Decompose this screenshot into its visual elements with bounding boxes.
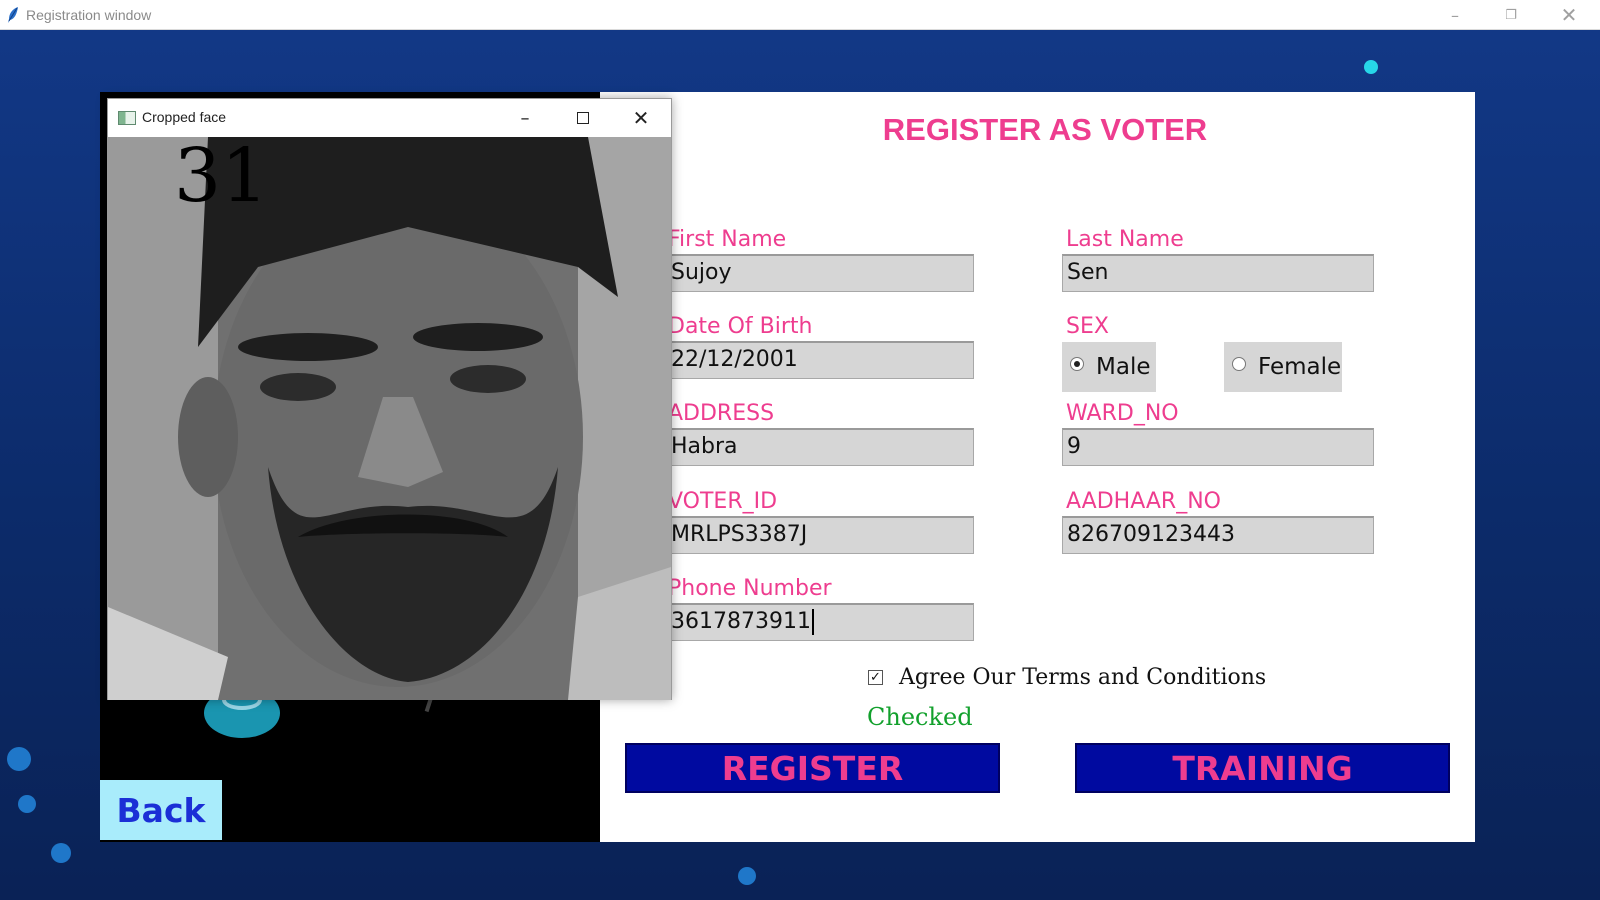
ward-field[interactable]: 9: [1062, 428, 1374, 466]
terms-checkbox-row[interactable]: ✓ Agree Our Terms and Conditions: [868, 665, 1266, 690]
radio-label-male: Male: [1096, 354, 1151, 380]
cropped-face-window[interactable]: Cropped face – ✕ 31: [107, 98, 672, 700]
register-button[interactable]: REGISTER: [625, 743, 1000, 793]
registration-form: REGISTER AS VOTER: [600, 92, 1475, 842]
terms-status: Checked: [867, 703, 973, 731]
decor-dot: [1364, 60, 1378, 74]
voter-id-field[interactable]: MRLPS3387J: [666, 516, 974, 554]
popup-title: Cropped face: [142, 109, 227, 125]
decor-dot: [7, 747, 31, 771]
maximize-icon: [577, 112, 589, 124]
aadhaar-field[interactable]: 826709123443: [1062, 516, 1374, 554]
radio-unselected-icon: [1232, 357, 1246, 371]
minimize-button[interactable]: –: [1432, 0, 1478, 30]
popup-maximize-button[interactable]: [560, 103, 606, 133]
back-button[interactable]: Back: [100, 780, 222, 840]
sex-radio-male[interactable]: Male: [1062, 342, 1156, 392]
training-button[interactable]: TRAINING: [1075, 743, 1450, 793]
window-title: Registration window: [26, 7, 152, 23]
restore-icon: ❐: [1505, 7, 1517, 23]
feather-icon: [8, 7, 18, 23]
popup-close-button[interactable]: ✕: [618, 103, 664, 133]
decor-dot: [738, 867, 756, 885]
close-button[interactable]: ✕: [1546, 0, 1592, 30]
radio-selected-icon: [1070, 357, 1084, 371]
voter-id-label: VOTER_ID: [668, 489, 778, 514]
cropped-face-image: 31: [108, 137, 671, 700]
sex-radio-female[interactable]: Female: [1224, 342, 1342, 392]
dob-label: Date Of Birth: [668, 314, 813, 339]
minimize-icon: –: [1451, 5, 1459, 25]
address-label: ADDRESS: [668, 401, 775, 426]
phone-label: Phone Number: [668, 576, 832, 601]
title-bar: Registration window – ❐ ✕: [0, 0, 1600, 30]
face-count: 31: [174, 137, 269, 219]
last-name-label: Last Name: [1066, 227, 1184, 252]
decor-dot: [51, 843, 71, 863]
face-photo: [108, 137, 671, 700]
ward-label: WARD_NO: [1066, 401, 1179, 426]
radio-label-female: Female: [1258, 354, 1342, 380]
image-window-icon: [118, 111, 136, 125]
close-icon: ✕: [632, 106, 650, 130]
sex-label: SEX: [1066, 314, 1109, 339]
decor-dot: [18, 795, 36, 813]
form-heading: REGISTER AS VOTER: [882, 112, 1208, 147]
minimize-icon: –: [520, 107, 530, 129]
popup-title-bar[interactable]: Cropped face – ✕: [108, 99, 671, 137]
maximize-button[interactable]: ❐: [1488, 0, 1534, 30]
last-name-field[interactable]: Sen: [1062, 254, 1374, 292]
first-name-field[interactable]: Sujoy: [666, 254, 974, 292]
first-name-label: First Name: [668, 227, 787, 252]
phone-value: 3617873911: [671, 609, 811, 634]
close-icon: ✕: [1560, 3, 1578, 27]
dob-field[interactable]: 22/12/2001: [666, 341, 974, 379]
terms-label: Agree Our Terms and Conditions: [899, 665, 1267, 690]
aadhaar-label: AADHAAR_NO: [1066, 489, 1221, 514]
phone-field[interactable]: 3617873911: [666, 603, 974, 641]
address-field[interactable]: Habra: [666, 428, 974, 466]
checkbox-checked-icon[interactable]: ✓: [868, 670, 883, 685]
popup-minimize-button[interactable]: –: [502, 103, 548, 133]
text-cursor: [811, 609, 814, 635]
